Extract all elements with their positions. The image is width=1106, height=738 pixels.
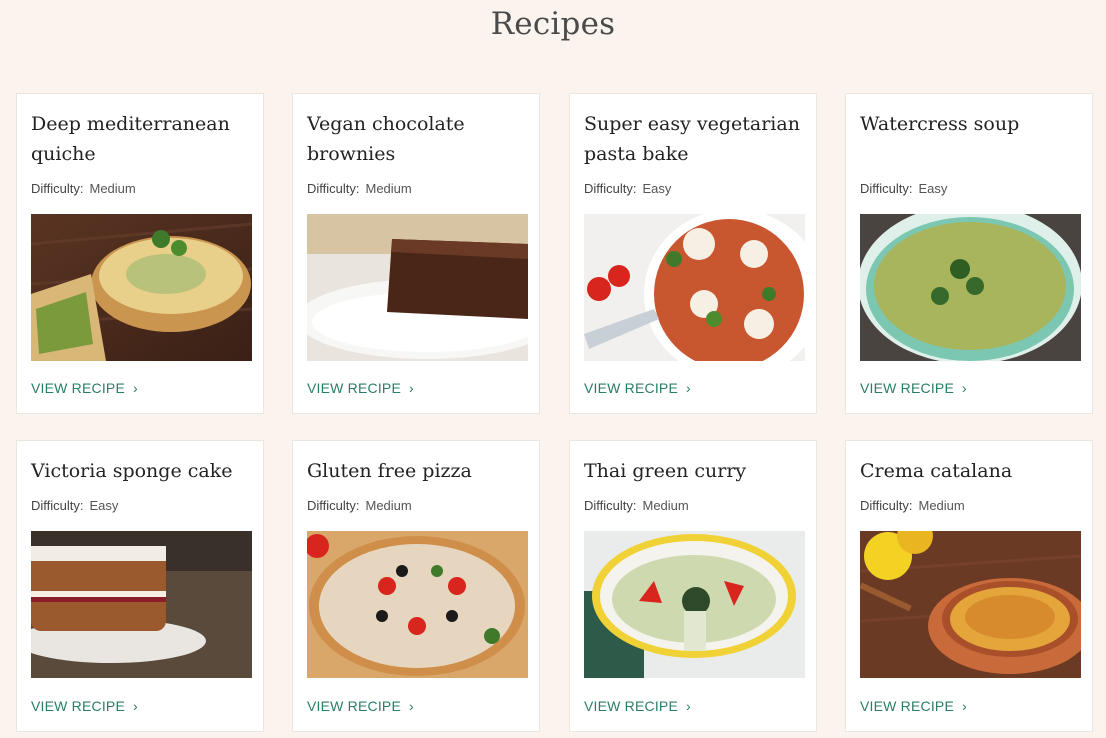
view-recipe-label: VIEW RECIPE xyxy=(307,698,401,714)
difficulty: Difficulty: Easy xyxy=(584,181,671,196)
chevron-right-icon: › xyxy=(409,698,414,714)
chevron-right-icon: › xyxy=(409,380,414,396)
view-recipe-link[interactable]: VIEW RECIPE › xyxy=(860,380,967,396)
difficulty-value: Easy xyxy=(89,498,119,513)
difficulty-label: Difficulty: xyxy=(860,498,913,513)
difficulty-value: Easy xyxy=(918,181,948,196)
view-recipe-link[interactable]: VIEW RECIPE › xyxy=(307,380,414,396)
view-recipe-label: VIEW RECIPE xyxy=(31,698,125,714)
difficulty-value: Easy xyxy=(642,181,672,196)
difficulty: Difficulty: Medium xyxy=(860,498,965,513)
difficulty-label: Difficulty: xyxy=(584,498,637,513)
difficulty: Difficulty: Medium xyxy=(584,498,689,513)
difficulty: Difficulty: Medium xyxy=(307,498,412,513)
recipe-card: Victoria sponge cake Difficulty: Easy VIE… xyxy=(16,440,264,732)
curry-photo[interactable] xyxy=(584,531,805,678)
recipe-title: Crema catalana xyxy=(860,460,1013,482)
view-recipe-label: VIEW RECIPE xyxy=(307,380,401,396)
recipe-title: Thai green curry xyxy=(584,460,747,482)
quiche-photo[interactable] xyxy=(31,214,252,361)
difficulty: Difficulty: Medium xyxy=(307,181,412,196)
crema-catalana-photo[interactable] xyxy=(860,531,1081,678)
recipe-title: Super easy vegetarian pasta bake xyxy=(584,113,800,165)
difficulty: Difficulty: Easy xyxy=(31,498,118,513)
view-recipe-link[interactable]: VIEW RECIPE › xyxy=(31,380,138,396)
recipe-card: Super easy vegetarian pasta bake Difficu… xyxy=(569,93,817,414)
difficulty-value: Medium xyxy=(918,498,965,513)
view-recipe-link[interactable]: VIEW RECIPE › xyxy=(584,380,691,396)
difficulty: Difficulty: Medium xyxy=(31,181,136,196)
view-recipe-link[interactable]: VIEW RECIPE › xyxy=(860,698,967,714)
recipe-title: Watercress soup xyxy=(860,113,1020,135)
page-title: Recipes xyxy=(490,6,616,42)
recipe-title: Gluten free pizza xyxy=(307,460,472,482)
pizza-photo[interactable] xyxy=(307,531,528,678)
difficulty-label: Difficulty: xyxy=(860,181,913,196)
view-recipe-link[interactable]: VIEW RECIPE › xyxy=(307,698,414,714)
recipe-card: Gluten free pizza Difficulty: Medium VIEW xyxy=(292,440,540,732)
view-recipe-link[interactable]: VIEW RECIPE › xyxy=(584,698,691,714)
chevron-right-icon: › xyxy=(133,380,138,396)
chevron-right-icon: › xyxy=(962,698,967,714)
difficulty: Difficulty: Easy xyxy=(860,181,947,196)
recipe-card: Deep mediterranean quiche Difficulty: Med… xyxy=(16,93,264,414)
difficulty-value: Medium xyxy=(365,498,412,513)
brownie-photo[interactable] xyxy=(307,214,528,361)
difficulty-value: Medium xyxy=(642,498,689,513)
recipe-card: Watercress soup Difficulty: Easy VIEW REC… xyxy=(845,93,1093,414)
recipe-card: Crema catalana Difficulty: Medium VIEW RE… xyxy=(845,440,1093,732)
view-recipe-label: VIEW RECIPE xyxy=(860,698,954,714)
pasta-bake-photo[interactable] xyxy=(584,214,805,361)
difficulty-label: Difficulty: xyxy=(307,498,360,513)
difficulty-label: Difficulty: xyxy=(307,181,360,196)
view-recipe-label: VIEW RECIPE xyxy=(31,380,125,396)
chevron-right-icon: › xyxy=(962,380,967,396)
recipe-card: Vegan chocolate brownies Difficulty: Medi… xyxy=(292,93,540,414)
chevron-right-icon: › xyxy=(686,698,691,714)
difficulty-label: Difficulty: xyxy=(31,498,84,513)
view-recipe-label: VIEW RECIPE xyxy=(584,380,678,396)
recipe-title: Deep mediterranean quiche xyxy=(31,113,230,165)
view-recipe-label: VIEW RECIPE xyxy=(584,698,678,714)
difficulty-value: Medium xyxy=(365,181,412,196)
difficulty-label: Difficulty: xyxy=(31,181,84,196)
chevron-right-icon: › xyxy=(686,380,691,396)
soup-photo[interactable] xyxy=(860,214,1081,361)
difficulty-label: Difficulty: xyxy=(584,181,637,196)
view-recipe-link[interactable]: VIEW RECIPE › xyxy=(31,698,138,714)
recipe-title: Vegan chocolate brownies xyxy=(307,113,465,165)
chevron-right-icon: › xyxy=(133,698,138,714)
view-recipe-label: VIEW RECIPE xyxy=(860,380,954,396)
difficulty-value: Medium xyxy=(89,181,136,196)
sponge-cake-photo[interactable] xyxy=(31,531,252,678)
recipe-title: Victoria sponge cake xyxy=(31,460,233,482)
recipe-card: Thai green curry Difficulty: Medium VIEW … xyxy=(569,440,817,732)
